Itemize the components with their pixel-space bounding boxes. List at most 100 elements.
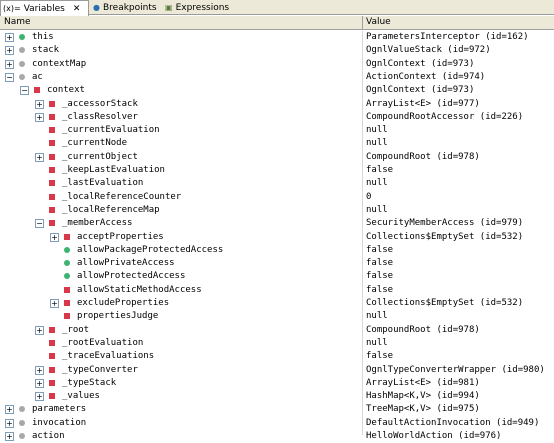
column-header-value[interactable]: Value [366, 17, 391, 27]
tree-row[interactable]: propertiesJudge null [0, 310, 554, 323]
tree-row[interactable]: + _root CompoundRoot (id=978) [0, 324, 554, 337]
variable-value: HelloWorldAction (id=976) [366, 431, 502, 441]
grey-variable-icon [19, 419, 25, 426]
tab-breakpoints[interactable]: ● Breakpoints [91, 0, 161, 15]
tree-row[interactable]: allowPrivateAccess false [0, 257, 554, 270]
tab-expressions[interactable]: ▣ Expressions [163, 0, 235, 15]
variable-value: null [366, 125, 388, 136]
variable-value: false [366, 284, 394, 295]
expand-icon[interactable]: + [5, 432, 14, 441]
grey-variable-icon [19, 60, 25, 67]
red-variable-icon [34, 87, 40, 94]
collapse-icon[interactable]: − [20, 86, 29, 96]
expressions-icon: ▣ [165, 3, 173, 12]
variable-name: _accessorStack [62, 98, 138, 109]
expand-icon[interactable]: + [50, 299, 59, 308]
tree-row[interactable]: − context OgnlContext (id=973) [0, 84, 554, 97]
tree-row[interactable]: + _currentObject CompoundRoot (id=978) [0, 151, 554, 164]
tree-row[interactable]: + acceptProperties Collections$EmptySet (i… [0, 231, 554, 244]
variable-name: allowStaticMethodAccess [77, 284, 202, 295]
red-variable-icon [64, 233, 70, 240]
variable-name: _currentObject [62, 151, 138, 162]
red-variable-icon [49, 180, 55, 187]
tree-row[interactable]: + _values HashMap<K,V> (id=994) [0, 390, 554, 403]
variable-value: null [366, 204, 388, 215]
variable-name: ac [32, 71, 43, 82]
expand-icon[interactable]: + [5, 59, 14, 69]
expand-icon[interactable]: + [35, 365, 44, 375]
red-variable-icon [49, 379, 55, 386]
grey-variable-icon [19, 47, 25, 54]
variable-name: stack [32, 45, 60, 56]
tree-row[interactable]: _currentEvaluation null [0, 124, 554, 137]
tab-expressions-label: Expressions [175, 2, 230, 13]
tree-row[interactable]: allowPackageProtectedAccess false [0, 244, 554, 257]
tree-row[interactable]: _currentNode null [0, 137, 554, 150]
expand-icon[interactable]: + [35, 392, 44, 402]
tree-row[interactable]: + _classResolver CompoundRootAccessor (id=… [0, 111, 554, 124]
tree-row[interactable]: + excludeProperties Collections$EmptySet (… [0, 297, 554, 310]
tree-row[interactable]: + invocation DefaultActionInvocation (id=9… [0, 417, 554, 430]
expand-icon[interactable]: + [50, 232, 59, 242]
expand-icon[interactable]: + [35, 112, 44, 122]
column-header-name[interactable]: Name [4, 17, 31, 27]
tree-row[interactable]: _lastEvaluation null [0, 177, 554, 190]
variable-value: null [366, 311, 388, 322]
tree-row[interactable]: + _typeConverter OgnlTypeConverterWrapper … [0, 364, 554, 377]
tree-row[interactable]: + _typeStack ArrayList<E> (id=981) [0, 377, 554, 390]
variable-value: OgnlContext (id=973) [366, 58, 475, 69]
variable-value: false [366, 351, 394, 362]
variable-name: _memberAccess [62, 218, 133, 229]
breakpoints-icon: ● [93, 3, 100, 12]
expand-icon[interactable]: + [5, 33, 14, 42]
tree-row[interactable]: + stack OgnlValueStack (id=972) [0, 44, 554, 57]
column-divider[interactable] [362, 16, 363, 30]
variable-value: false [366, 244, 394, 255]
tab-variables[interactable]: (x)= Variables ✕ [0, 0, 89, 16]
tree-row[interactable]: + _accessorStack ArrayList<E> (id=977) [0, 98, 554, 111]
tree-row[interactable]: + contextMap OgnlContext (id=973) [0, 58, 554, 71]
tree-row[interactable]: + action HelloWorldAction (id=976) [0, 430, 554, 443]
tree-row[interactable]: _keepLastEvaluation false [0, 164, 554, 177]
variable-name: _localReferenceMap [62, 204, 160, 215]
tree-row[interactable]: _localReferenceCounter 0 [0, 191, 554, 204]
variable-name: allowPrivateAccess [77, 258, 175, 269]
collapse-icon[interactable]: − [5, 72, 14, 82]
tab-variables-label: Variables [23, 3, 65, 14]
green-variable-icon [64, 246, 70, 253]
tree-row[interactable]: allowStaticMethodAccess false [0, 284, 554, 297]
red-variable-icon [49, 326, 55, 333]
variable-value: null [366, 178, 388, 189]
variable-value: null [366, 138, 388, 149]
tree-row[interactable]: _localReferenceMap null [0, 204, 554, 217]
close-icon[interactable]: ✕ [73, 4, 81, 14]
tree-row[interactable]: + parameters TreeMap<K,V> (id=975) [0, 403, 554, 416]
expand-icon[interactable]: + [35, 99, 44, 109]
red-variable-icon [64, 300, 70, 306]
variable-name: allowProtectedAccess [77, 271, 186, 282]
expand-icon[interactable]: + [35, 325, 44, 335]
expand-icon[interactable]: + [35, 378, 44, 388]
variable-value: HashMap<K,V> (id=994) [366, 391, 480, 402]
tree-row[interactable]: allowProtectedAccess false [0, 270, 554, 283]
variable-name: action [32, 431, 65, 441]
expand-icon[interactable]: + [5, 418, 14, 428]
variable-name: _keepLastEvaluation [62, 165, 165, 175]
tree-row[interactable]: + this ParametersInterceptor (id=162) [0, 31, 554, 44]
expand-icon[interactable]: + [35, 152, 44, 162]
variable-name: parameters [32, 404, 87, 415]
tree-row[interactable]: − ac ActionContext (id=974) [0, 71, 554, 84]
tree-row[interactable]: _traceEvaluations false [0, 350, 554, 363]
variable-value: CompoundRoot (id=978) [366, 324, 480, 335]
variable-name: _lastEvaluation [62, 178, 144, 189]
tree-row[interactable]: − _memberAccess SecurityMemberAccess (id=9… [0, 217, 554, 230]
red-variable-icon [49, 206, 55, 213]
tree-row[interactable]: _rootEvaluation null [0, 337, 554, 350]
expand-icon[interactable]: + [5, 405, 14, 415]
red-variable-icon [49, 220, 55, 227]
variable-name: contextMap [32, 58, 87, 69]
collapse-icon[interactable]: − [35, 219, 44, 229]
expand-icon[interactable]: + [5, 46, 14, 56]
variable-name: _classResolver [62, 111, 138, 122]
variable-value: Collections$EmptySet (id=532) [366, 298, 524, 308]
